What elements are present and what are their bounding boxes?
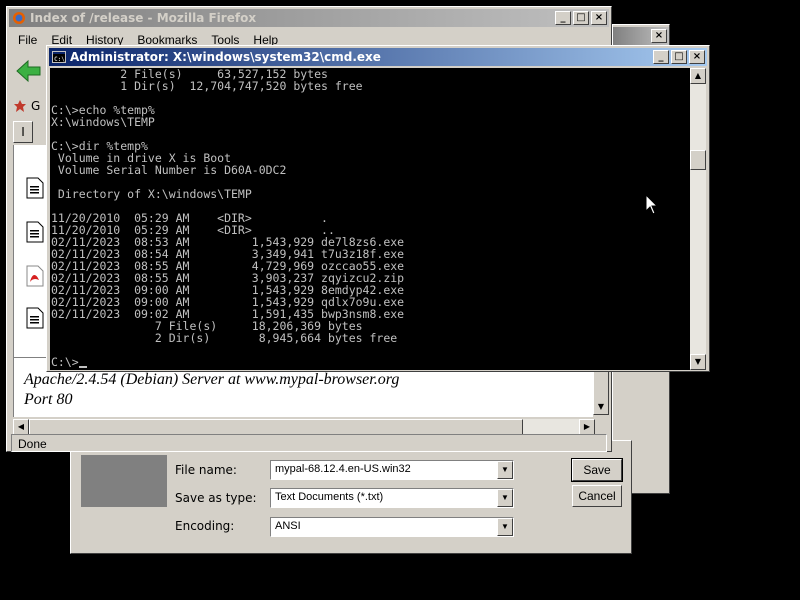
scroll-down-icon[interactable]: ▼ <box>690 354 706 370</box>
minimize-icon[interactable]: _ <box>653 50 669 64</box>
file-icon[interactable] <box>26 307 44 329</box>
encoding-select[interactable]: ANSI ▼ <box>270 517 514 537</box>
server-signature: Apache/2.4.54 (Debian) Server at www.myp… <box>24 371 400 388</box>
server-port: Port 80 <box>24 391 73 408</box>
cmd-titlebar: C:\ Administrator: X:\windows\system32\c… <box>49 48 707 66</box>
cmd-icon: C:\ <box>52 51 66 63</box>
file-name-field[interactable]: mypal-68.12.4.en-US.win32 ▼ <box>270 460 514 480</box>
navigation-toolbar <box>11 51 47 93</box>
console-scrollbar[interactable]: ▲ ▼ <box>690 68 706 370</box>
close-icon[interactable]: × <box>689 50 705 64</box>
horizontal-scrollbar[interactable]: ◀ ▶ <box>13 419 595 435</box>
scroll-thumb[interactable] <box>690 150 706 170</box>
status-text: Done <box>18 437 47 451</box>
file-name-label: File name: <box>175 463 237 477</box>
console-line: 2 Dir(s) 8,945,664 bytes free <box>51 331 398 345</box>
text-cursor <box>78 366 87 368</box>
background-window-titlebar: × <box>613 27 669 45</box>
close-icon[interactable]: × <box>591 11 607 25</box>
save-button[interactable]: Save <box>571 458 623 482</box>
places-panel <box>81 455 167 507</box>
console-line: C:\> <box>51 356 692 368</box>
bookmark-icon[interactable] <box>13 99 27 113</box>
close-icon[interactable]: × <box>651 29 667 43</box>
console-line: X:\windows\TEMP <box>51 115 155 129</box>
scroll-down-icon[interactable]: ▼ <box>594 400 608 414</box>
cmd-window: C:\ Administrator: X:\windows\system32\c… <box>46 45 710 372</box>
scroll-thumb[interactable] <box>29 419 523 435</box>
file-icon[interactable] <box>26 177 44 199</box>
maximize-icon[interactable]: □ <box>671 50 687 64</box>
chevron-down-icon[interactable]: ▼ <box>497 489 513 507</box>
menu-file[interactable]: File <box>11 31 44 49</box>
back-arrow-icon <box>16 59 41 83</box>
save-as-type-value: Text Documents (*.txt) <box>275 491 384 503</box>
svg-text:C:\: C:\ <box>54 56 65 63</box>
encoding-label: Encoding: <box>175 519 235 533</box>
scroll-right-icon[interactable]: ▶ <box>579 419 595 435</box>
status-bar: Done <box>11 434 607 452</box>
console-line: Volume Serial Number is D60A-0DC2 <box>51 163 287 177</box>
save-as-type-label: Save as type: <box>175 491 257 505</box>
console-line: 1 Dir(s) 12,704,747,520 bytes free <box>51 79 363 93</box>
vertical-scrollbar[interactable]: ▼ <box>593 369 609 415</box>
chevron-down-icon[interactable]: ▼ <box>497 518 513 536</box>
cancel-button[interactable]: Cancel <box>572 485 622 507</box>
bookmark-label[interactable]: G <box>31 99 40 113</box>
save-as-dialog: File name: mypal-68.12.4.en-US.win32 ▼ S… <box>70 440 632 554</box>
firefox-icon <box>13 12 25 24</box>
maximize-icon[interactable]: □ <box>573 11 589 25</box>
pdf-icon[interactable] <box>26 265 44 287</box>
scroll-up-icon[interactable]: ▲ <box>690 68 706 84</box>
tab-partial[interactable]: I <box>13 121 33 143</box>
save-as-type-select[interactable]: Text Documents (*.txt) ▼ <box>270 488 514 508</box>
firefox-title: Index of /release - Mozilla Firefox <box>30 11 257 25</box>
console-output[interactable]: 2 File(s) 63,527,152 bytes 1 Dir(s) 12,7… <box>50 68 692 370</box>
cmd-title: Administrator: X:\windows\system32\cmd.e… <box>70 50 381 64</box>
file-name-value: mypal-68.12.4.en-US.win32 <box>275 463 411 475</box>
file-icon[interactable] <box>26 221 44 243</box>
firefox-titlebar: Index of /release - Mozilla Firefox _ □ … <box>9 9 609 27</box>
chevron-down-icon[interactable]: ▼ <box>497 461 513 479</box>
mouse-pointer-icon <box>645 194 659 215</box>
minimize-icon[interactable]: _ <box>555 11 571 25</box>
encoding-value: ANSI <box>275 520 301 532</box>
tab-label: I <box>21 125 25 139</box>
back-button[interactable] <box>15 59 43 83</box>
bookmarks-toolbar: G <box>13 99 40 113</box>
console-line: Directory of X:\windows\TEMP <box>51 187 252 201</box>
scroll-left-icon[interactable]: ◀ <box>13 419 29 435</box>
